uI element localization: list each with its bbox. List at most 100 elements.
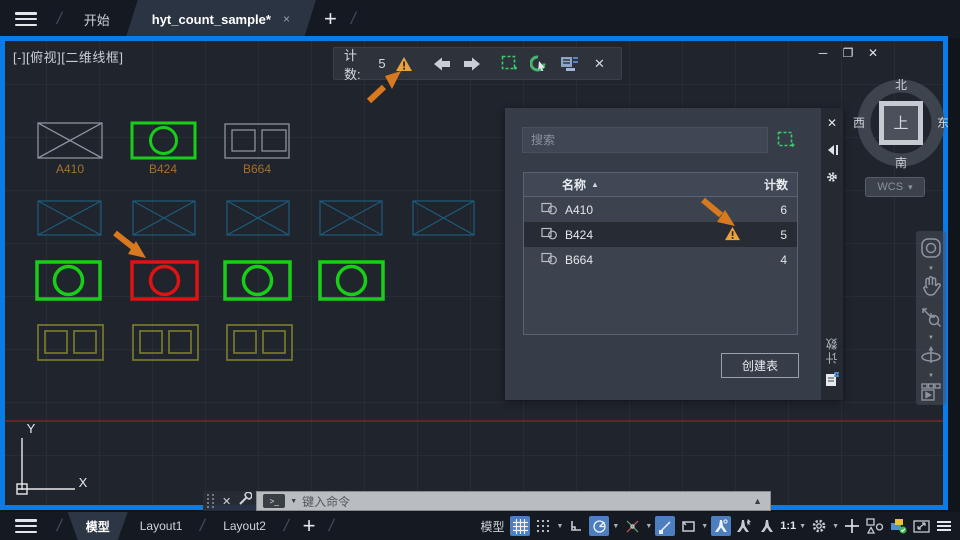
ucs-y-label: Y bbox=[27, 421, 36, 436]
navbar-caret-icon[interactable]: ▼ bbox=[928, 373, 934, 379]
tab-drawing[interactable]: hyt_count_sample* × bbox=[126, 0, 316, 38]
layout-menu-icon[interactable] bbox=[15, 519, 37, 533]
tab-layout2-label: Layout2 bbox=[223, 519, 266, 533]
annotation-scale-icon[interactable] bbox=[757, 516, 777, 536]
select-region-icon[interactable] bbox=[498, 52, 521, 76]
tab-drawing-label: hyt_count_sample* bbox=[151, 11, 271, 27]
wcs-caret-icon: ▾ bbox=[908, 181, 913, 192]
isolate-objects-icon[interactable] bbox=[865, 516, 885, 536]
tab-model-label: 模型 bbox=[85, 519, 110, 534]
auto-hide-pin-icon[interactable] bbox=[824, 142, 840, 158]
block-def-B664[interactable] bbox=[224, 123, 290, 159]
create-table-button[interactable]: 创建表 bbox=[721, 353, 799, 378]
ortho-toggle-icon[interactable] bbox=[566, 516, 586, 536]
drag-grip-icon[interactable] bbox=[207, 494, 215, 508]
block-def-A410[interactable] bbox=[37, 122, 103, 159]
select-objects-icon[interactable] bbox=[777, 131, 795, 154]
snap-toggle-icon[interactable] bbox=[533, 516, 553, 536]
wcs-dropdown[interactable]: WCS ▾ bbox=[865, 177, 925, 197]
command-input-bar[interactable]: >_ ▼ 键入命令 ▲ bbox=[256, 491, 771, 511]
table-row-b424[interactable]: B424 5 bbox=[524, 222, 797, 247]
count-table-header[interactable]: 名称 ▲ 计数 bbox=[524, 173, 797, 197]
object-snap-icon[interactable] bbox=[655, 516, 676, 536]
crosshair-plus-icon[interactable] bbox=[842, 516, 862, 536]
annotation-visibility-icon[interactable] bbox=[711, 516, 732, 536]
navbar-caret-icon[interactable]: ▼ bbox=[928, 335, 934, 341]
tab-layout2[interactable]: Layout2 bbox=[211, 512, 278, 540]
dyninput-caret-icon[interactable]: ▼ bbox=[701, 523, 708, 530]
block-name: B664 bbox=[565, 252, 594, 267]
ucs-x-label: X bbox=[79, 475, 88, 490]
annotation-arrow-toolbar-warning bbox=[366, 71, 401, 104]
snap-caret-icon[interactable]: ▼ bbox=[556, 523, 563, 530]
drawing-viewport[interactable]: A410 B424 B664 Y X [-][俯视][二维线框] ─ ❐ ✕ 计… bbox=[0, 36, 949, 511]
tab-separator: / bbox=[55, 9, 64, 28]
panel-close-icon[interactable]: ✕ bbox=[824, 115, 840, 131]
app-menu-icon[interactable] bbox=[15, 12, 37, 26]
name-column-header[interactable]: 名称 bbox=[562, 176, 586, 193]
scale-caret-icon[interactable]: ▼ bbox=[799, 523, 806, 530]
count-list-icon[interactable] bbox=[558, 52, 581, 76]
block-def-B424[interactable] bbox=[130, 121, 197, 160]
show-motion-icon[interactable] bbox=[920, 382, 942, 407]
count-table: 名称 ▲ 计数 A410 6 B424 5 B664 4 bbox=[523, 172, 798, 335]
object-snap-tracking-icon[interactable] bbox=[622, 516, 642, 536]
previous-arrow-icon[interactable] bbox=[430, 52, 453, 76]
blocks-A410-instances[interactable] bbox=[37, 200, 475, 236]
search-input[interactable] bbox=[522, 127, 768, 153]
table-row-b664[interactable]: B664 4 bbox=[524, 247, 797, 272]
block-name: A410 bbox=[565, 202, 594, 217]
pick-object-icon[interactable] bbox=[528, 52, 551, 76]
close-count-icon[interactable]: ✕ bbox=[588, 52, 611, 76]
grid-toggle-icon[interactable] bbox=[510, 516, 531, 536]
customize-wrench-icon[interactable] bbox=[238, 490, 253, 511]
navbar-caret-icon[interactable]: ▼ bbox=[928, 266, 934, 272]
annotation-autoscale-icon[interactable] bbox=[734, 516, 754, 536]
tab-model[interactable]: 模型 bbox=[68, 512, 128, 540]
zoom-icon[interactable] bbox=[920, 306, 942, 333]
block-count: 5 bbox=[780, 227, 787, 242]
status-toggles: 模型 ▼ ▼ ▼ ▼ 1:1 ▼ ▼ bbox=[477, 516, 960, 536]
dynamic-input-icon[interactable] bbox=[678, 516, 698, 536]
viewport-controls-label[interactable]: [-][俯视][二维线框] bbox=[13, 47, 124, 66]
clean-screen-icon[interactable] bbox=[911, 516, 931, 536]
block-count: 4 bbox=[780, 252, 787, 267]
blocks-B664-instances[interactable] bbox=[37, 324, 293, 361]
command-placeholder[interactable]: 键入命令 bbox=[302, 493, 748, 510]
count-column-header[interactable]: 计数 bbox=[764, 176, 797, 193]
polar-caret-icon[interactable]: ▼ bbox=[612, 523, 619, 530]
new-tab-button[interactable]: + bbox=[324, 8, 337, 30]
command-caret-icon[interactable]: ▼ bbox=[290, 498, 297, 505]
orbit-icon[interactable] bbox=[919, 344, 943, 371]
tab-close-icon[interactable]: × bbox=[283, 12, 290, 26]
restore-icon[interactable]: ❐ bbox=[840, 46, 856, 60]
new-layout-button[interactable]: + bbox=[303, 515, 316, 537]
navigation-wheel-icon[interactable] bbox=[920, 237, 942, 264]
minimize-icon[interactable]: ─ bbox=[815, 46, 831, 60]
viewcube-south: 南 bbox=[895, 155, 907, 170]
tab-layout1[interactable]: Layout1 bbox=[128, 512, 195, 540]
tab-start[interactable]: 开始 bbox=[68, 0, 126, 38]
block-label-B664: B664 bbox=[243, 162, 271, 176]
count-palette-icon[interactable] bbox=[825, 372, 840, 392]
customization-menu-icon[interactable] bbox=[934, 516, 954, 536]
polar-tracking-icon[interactable] bbox=[589, 516, 610, 536]
close-icon[interactable]: ✕ bbox=[865, 46, 881, 60]
properties-gear-icon[interactable] bbox=[824, 169, 840, 185]
pan-hand-icon[interactable] bbox=[921, 275, 941, 302]
block-label-A410: A410 bbox=[56, 162, 84, 176]
command-prompt-icon[interactable]: >_ bbox=[263, 494, 286, 508]
annotation-scale-value[interactable]: 1:1 bbox=[780, 520, 796, 532]
table-row-a410[interactable]: A410 6 bbox=[524, 197, 797, 222]
command-close-icon[interactable]: ✕ bbox=[222, 495, 231, 508]
settings-gear-icon[interactable] bbox=[809, 516, 829, 536]
settings-caret-icon[interactable]: ▼ bbox=[832, 523, 839, 530]
hardware-acceleration-icon[interactable] bbox=[888, 516, 908, 536]
tracking-caret-icon[interactable]: ▼ bbox=[645, 523, 652, 530]
command-collapse-icon[interactable]: ▲ bbox=[753, 496, 764, 506]
next-arrow-icon[interactable] bbox=[460, 52, 483, 76]
blocks-B424-instances[interactable] bbox=[35, 260, 385, 301]
model-space-toggle[interactable]: 模型 bbox=[480, 518, 504, 535]
block-B424-highlighted-red[interactable] bbox=[130, 260, 199, 301]
command-line-dock: ✕ >_ ▼ 键入命令 ▲ bbox=[203, 490, 771, 511]
